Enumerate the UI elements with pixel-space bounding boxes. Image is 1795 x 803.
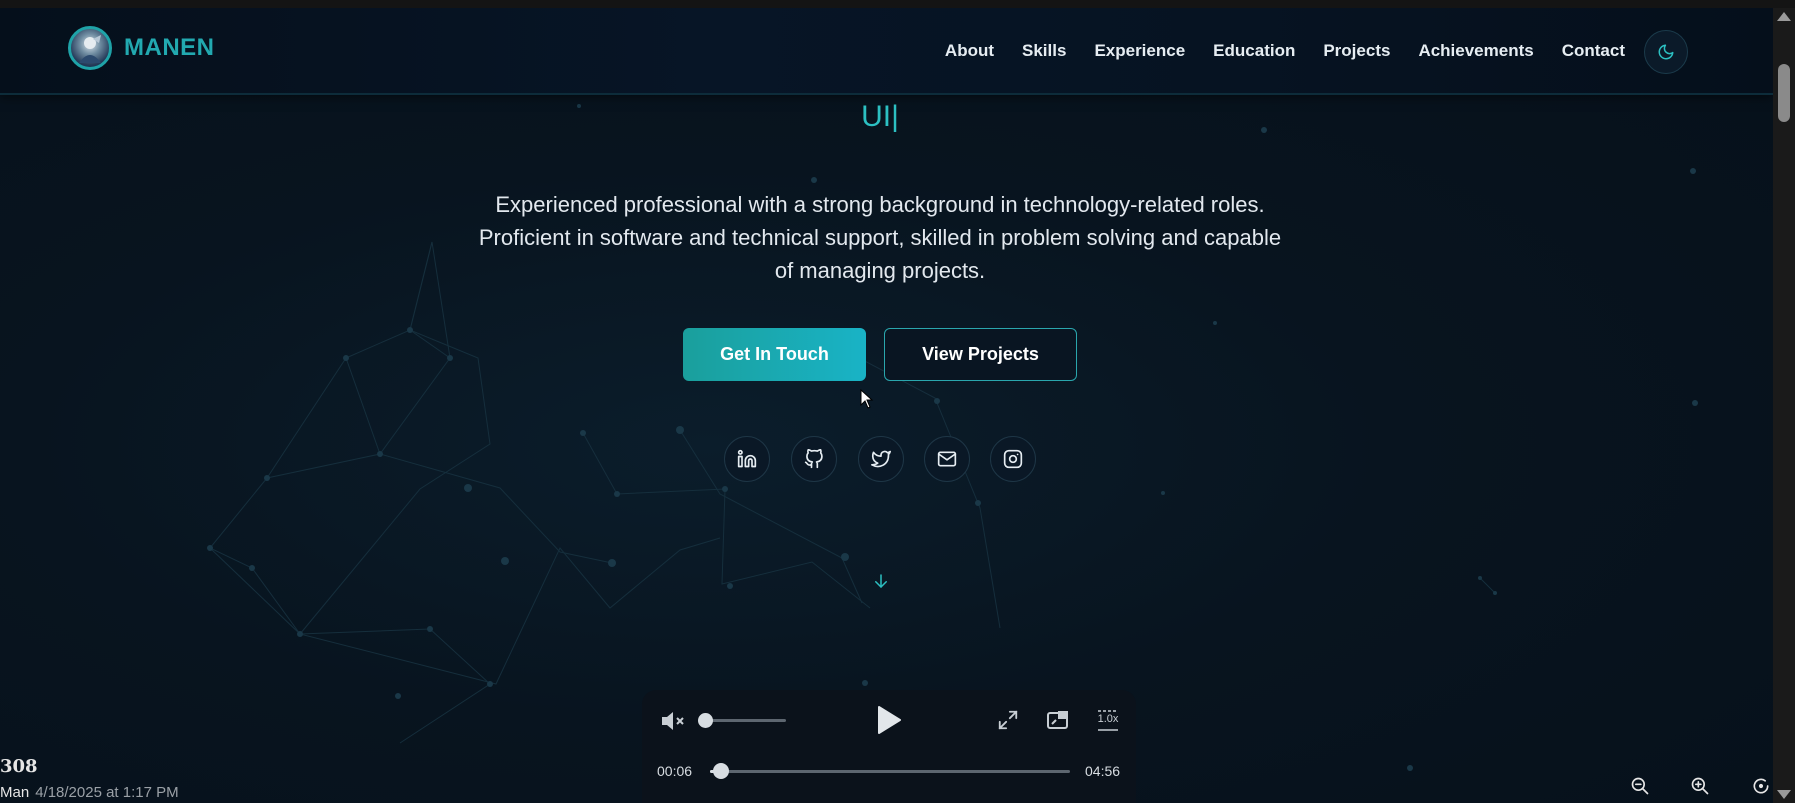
github-link[interactable] <box>791 436 837 482</box>
theme-toggle-button[interactable] <box>1644 30 1688 74</box>
timestamp: 4/18/2025 at 1:17 PM <box>35 784 179 801</box>
playback-speed-control[interactable]: 1.0x <box>1096 708 1120 732</box>
hero-description: Experienced professional with a strong b… <box>478 192 1282 283</box>
volume-slider-track[interactable] <box>702 719 786 722</box>
play-icon[interactable] <box>876 705 902 735</box>
linkedin-link[interactable] <box>724 436 770 482</box>
nav-about[interactable]: About <box>945 41 994 61</box>
github-icon <box>804 449 823 469</box>
author-name: Man <box>0 784 30 801</box>
nav-contact[interactable]: Contact <box>1562 41 1625 61</box>
avatar <box>68 26 112 70</box>
picture-in-picture-icon[interactable] <box>1046 709 1070 731</box>
mouse-cursor-icon <box>860 389 874 409</box>
scroll-down-arrow-icon[interactable] <box>1777 790 1791 799</box>
message-meta: Man 4/18/2025 at 1:17 PM <box>0 784 179 801</box>
progress-track[interactable] <box>710 770 1070 773</box>
current-time: 00:06 <box>657 763 693 779</box>
typed-role-text: UI| <box>861 100 899 133</box>
zoom-out-icon[interactable] <box>1630 776 1650 796</box>
speed-label: 1.0x <box>1097 713 1119 725</box>
instagram-link[interactable] <box>990 436 1036 482</box>
brand[interactable]: MANEN <box>68 26 215 70</box>
email-link[interactable] <box>924 436 970 482</box>
get-in-touch-button[interactable]: Get In Touch <box>683 328 866 381</box>
volume-muted-icon[interactable] <box>660 710 686 732</box>
brand-name: MANEN <box>124 34 215 61</box>
nav-skills[interactable]: Skills <box>1022 41 1066 61</box>
mail-icon <box>937 451 957 467</box>
page: MANEN About Skills Experience Education … <box>0 8 1773 803</box>
rotate-icon[interactable] <box>1750 776 1772 796</box>
media-player: 1.0x 00:06 04:56 <box>642 690 1136 803</box>
view-projects-button[interactable]: View Projects <box>884 328 1077 381</box>
page-scrollbar[interactable] <box>1773 8 1795 803</box>
nav-links: About Skills Experience Education Projec… <box>917 41 1625 61</box>
linkedin-icon <box>737 449 757 468</box>
scroll-up-arrow-icon[interactable] <box>1777 12 1791 21</box>
navbar: MANEN About Skills Experience Education … <box>0 8 1773 95</box>
scrollbar-thumb[interactable] <box>1778 64 1790 122</box>
nav-experience[interactable]: Experience <box>1094 41 1185 61</box>
message-count: 308 <box>0 756 38 777</box>
window-top-strip <box>0 0 1795 8</box>
nav-achievements[interactable]: Achievements <box>1418 41 1533 61</box>
arrow-down-icon[interactable] <box>872 571 890 591</box>
twitter-icon <box>871 450 891 468</box>
twitter-link[interactable] <box>858 436 904 482</box>
duration-time: 04:56 <box>1085 763 1121 779</box>
zoom-in-icon[interactable] <box>1690 776 1710 796</box>
nav-projects[interactable]: Projects <box>1323 41 1390 61</box>
instagram-icon <box>1003 449 1023 469</box>
fullscreen-icon[interactable] <box>997 709 1019 731</box>
nav-education[interactable]: Education <box>1213 41 1295 61</box>
volume-slider-knob[interactable] <box>698 713 713 728</box>
progress-knob[interactable] <box>713 763 730 779</box>
moon-icon <box>1658 44 1674 60</box>
